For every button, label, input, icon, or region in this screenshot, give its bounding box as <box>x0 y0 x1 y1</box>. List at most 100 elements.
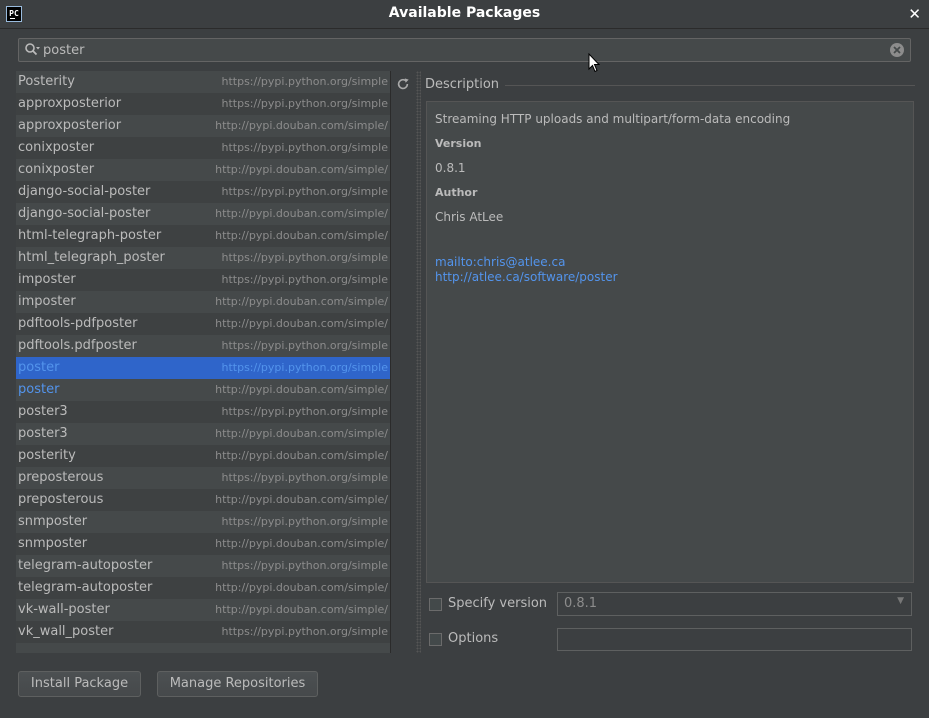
window-title: Available Packages <box>388 5 541 21</box>
package-row[interactable]: imposter http://pypi.douban.com/simple/ <box>16 291 390 313</box>
package-name: imposter <box>18 294 76 309</box>
package-row[interactable]: approxposterior http://pypi.douban.com/si… <box>16 115 390 137</box>
package-row[interactable]: poster3 http://pypi.douban.com/simple/ <box>16 423 390 445</box>
package-row[interactable]: snmposter https://pypi.python.org/simple <box>16 511 390 533</box>
package-repository: https://pypi.python.org/simple <box>221 75 389 88</box>
package-row[interactable]: html_telegraph_poster https://pypi.python… <box>16 247 390 269</box>
author-value: Chris AtLee <box>435 210 504 224</box>
package-row[interactable]: html-telegraph-poster http://pypi.douban.… <box>16 225 390 247</box>
specify-version-checkbox[interactable] <box>429 598 442 611</box>
package-repository: https://pypi.python.org/simple <box>221 185 389 198</box>
package-name: telegram-autoposter <box>18 580 153 595</box>
search-icon[interactable] <box>24 42 40 58</box>
package-row[interactable]: vk-wall-poster http://pypi.douban.com/sim… <box>16 599 390 621</box>
package-name: poster3 <box>18 404 68 419</box>
package-name: snmposter <box>18 514 88 529</box>
package-summary: Streaming HTTP uploads and multipart/for… <box>435 112 791 126</box>
package-name: django-social-poster <box>18 184 151 199</box>
package-repository: http://pypi.douban.com/simple/ <box>215 229 388 242</box>
package-repository: http://pypi.douban.com/simple/ <box>215 537 388 550</box>
package-repository: https://pypi.python.org/simple <box>221 273 389 286</box>
package-row[interactable]: django-social-poster https://pypi.python.… <box>16 181 390 203</box>
package-row[interactable]: snmposter http://pypi.douban.com/simple/ <box>16 533 390 555</box>
package-row[interactable]: django-social-poster http://pypi.douban.c… <box>16 203 390 225</box>
refresh-icon[interactable] <box>396 77 410 91</box>
package-row[interactable]: poster3 https://pypi.python.org/simple <box>16 401 390 423</box>
package-repository: http://pypi.douban.com/simple/ <box>215 493 388 506</box>
package-repository: https://pypi.python.org/simple <box>221 405 389 418</box>
chevron-down-icon: ▼ <box>897 596 904 606</box>
install-package-button[interactable]: Install Package <box>18 671 141 697</box>
package-row[interactable]: telegram-autoposter https://pypi.python.o… <box>16 555 390 577</box>
package-row[interactable]: poster https://pypi.python.org/simple <box>16 357 390 379</box>
package-repository: https://pypi.python.org/simple <box>221 97 389 110</box>
description-divider <box>505 85 915 86</box>
list-toolbar <box>390 71 414 653</box>
package-repository: https://pypi.python.org/simple <box>221 471 389 484</box>
package-repository: http://pypi.douban.com/simple/ <box>215 581 388 594</box>
package-name: approxposterior <box>18 96 122 111</box>
version-value: 0.8.1 <box>435 161 466 175</box>
package-repository: http://pypi.douban.com/simple/ <box>215 207 388 220</box>
specify-version-label[interactable]: Specify version <box>448 596 547 611</box>
package-row[interactable]: posterity http://pypi.douban.com/simple/ <box>16 445 390 467</box>
close-icon[interactable]: ✕ <box>908 5 921 23</box>
package-row[interactable]: conixposter https://pypi.python.org/simpl… <box>16 137 390 159</box>
package-name: conixposter <box>18 140 95 155</box>
package-name: snmposter <box>18 536 88 551</box>
splitter-handle[interactable] <box>416 71 421 653</box>
package-repository: http://pypi.douban.com/simple/ <box>215 383 388 396</box>
package-repository: https://pypi.python.org/simple <box>221 361 389 374</box>
package-repository: http://pypi.douban.com/simple/ <box>215 119 388 132</box>
manage-repositories-button[interactable]: Manage Repositories <box>157 671 318 697</box>
package-list[interactable]: Posterity https://pypi.python.org/simple a… <box>16 71 390 653</box>
package-row[interactable]: vk_wall_poster https://pypi.python.org/si… <box>16 621 390 643</box>
package-row[interactable]: preposterous https://pypi.python.org/simp… <box>16 467 390 489</box>
description-panel: Streaming HTTP uploads and multipart/for… <box>426 101 914 583</box>
clear-search-icon[interactable] <box>889 42 905 58</box>
package-name: vk-wall-poster <box>18 602 110 617</box>
package-name: poster <box>18 382 60 397</box>
package-row[interactable]: approxposterior https://pypi.python.org/s… <box>16 93 390 115</box>
package-name: poster <box>18 360 60 375</box>
package-name: pdftools.pdfposter <box>18 338 137 353</box>
version-dropdown[interactable]: 0.8.1 ▼ <box>557 592 912 616</box>
package-repository: https://pypi.python.org/simple <box>221 339 389 352</box>
options-label[interactable]: Options <box>448 631 498 646</box>
package-name: html-telegraph-poster <box>18 228 162 243</box>
package-repository: http://pypi.douban.com/simple/ <box>215 317 388 330</box>
package-repository: http://pypi.douban.com/simple/ <box>215 427 388 440</box>
package-name: vk_wall_poster <box>18 624 114 639</box>
homepage-link[interactable]: http://atlee.ca/software/poster <box>435 270 618 284</box>
package-repository: https://pypi.python.org/simple <box>221 141 389 154</box>
package-repository: http://pypi.douban.com/simple/ <box>215 449 388 462</box>
package-name: posterity <box>18 448 76 463</box>
author-heading: Author <box>435 186 478 199</box>
package-name: html_telegraph_poster <box>18 250 165 265</box>
options-checkbox[interactable] <box>429 633 442 646</box>
package-row[interactable]: pdftools-pdfposter http://pypi.douban.com… <box>16 313 390 335</box>
title-bar: PC Available Packages ✕ <box>0 0 929 29</box>
package-repository: https://pypi.python.org/simple <box>221 251 389 264</box>
package-name: preposterous <box>18 492 104 507</box>
author-email-link[interactable]: mailto:chris@atlee.ca <box>435 255 565 269</box>
package-repository: http://pypi.douban.com/simple/ <box>215 603 388 616</box>
version-dropdown-value: 0.8.1 <box>564 596 598 611</box>
package-row[interactable]: pdftools.pdfposter https://pypi.python.or… <box>16 335 390 357</box>
package-row[interactable]: poster http://pypi.douban.com/simple/ <box>16 379 390 401</box>
package-row[interactable]: preposterous http://pypi.douban.com/simpl… <box>16 489 390 511</box>
package-repository: https://pypi.python.org/simple <box>221 559 389 572</box>
search-input[interactable] <box>43 41 883 59</box>
package-name: poster3 <box>18 426 68 441</box>
package-name: telegram-autoposter <box>18 558 153 573</box>
search-box[interactable] <box>18 38 911 62</box>
package-row[interactable]: imposter https://pypi.python.org/simple <box>16 269 390 291</box>
package-repository: http://pypi.douban.com/simple/ <box>215 163 388 176</box>
package-name: imposter <box>18 272 76 287</box>
package-name: approxposterior <box>18 118 122 133</box>
package-row[interactable]: conixposter http://pypi.douban.com/simple… <box>16 159 390 181</box>
package-row[interactable]: Posterity https://pypi.python.org/simple <box>16 71 390 93</box>
options-input[interactable] <box>557 628 912 651</box>
package-name: Posterity <box>18 74 75 89</box>
package-row[interactable]: telegram-autoposter http://pypi.douban.co… <box>16 577 390 599</box>
